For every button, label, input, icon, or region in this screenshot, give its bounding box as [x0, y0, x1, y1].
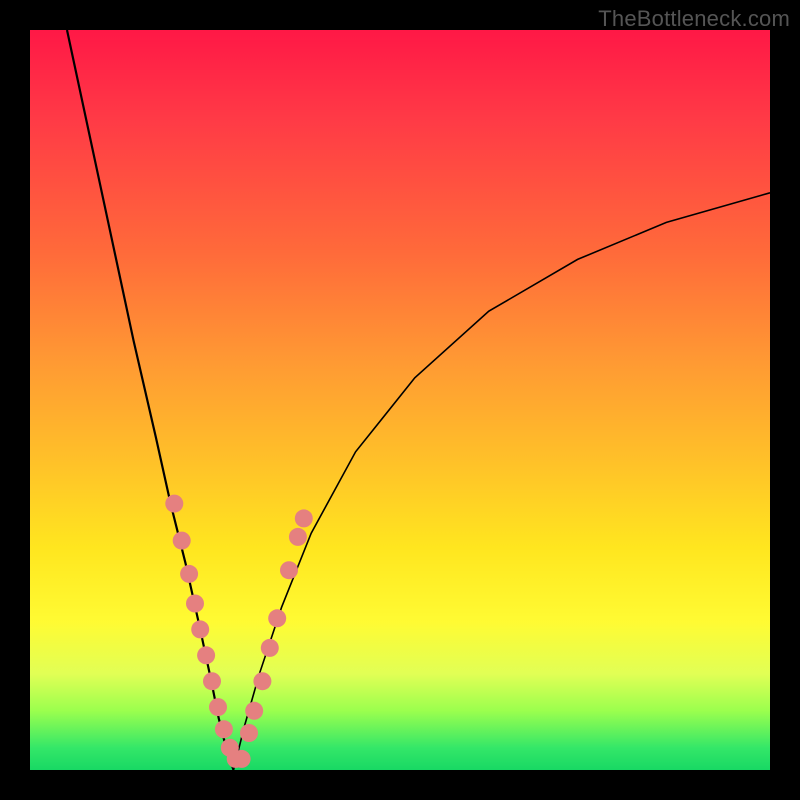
highlight-dot [191, 620, 209, 638]
highlight-dot [180, 565, 198, 583]
curves-svg [30, 30, 770, 770]
plot-area [30, 30, 770, 770]
highlight-dot [245, 702, 263, 720]
right-branch-curve [234, 193, 771, 770]
highlight-dot [268, 609, 286, 627]
highlight-dot [203, 672, 221, 690]
highlight-dot [261, 639, 279, 657]
highlight-dots-group [165, 495, 312, 768]
highlight-dot [295, 509, 313, 527]
watermark-text: TheBottleneck.com [598, 6, 790, 32]
highlight-dot [289, 528, 307, 546]
highlight-dot [253, 672, 271, 690]
highlight-dot [233, 750, 251, 768]
highlight-dot [197, 646, 215, 664]
highlight-dot [280, 561, 298, 579]
chart-frame: TheBottleneck.com [0, 0, 800, 800]
highlight-dot [165, 495, 183, 513]
highlight-dot [209, 698, 227, 716]
highlight-dot [186, 595, 204, 613]
highlight-dot [240, 724, 258, 742]
highlight-dot [173, 532, 191, 550]
highlight-dot [215, 720, 233, 738]
